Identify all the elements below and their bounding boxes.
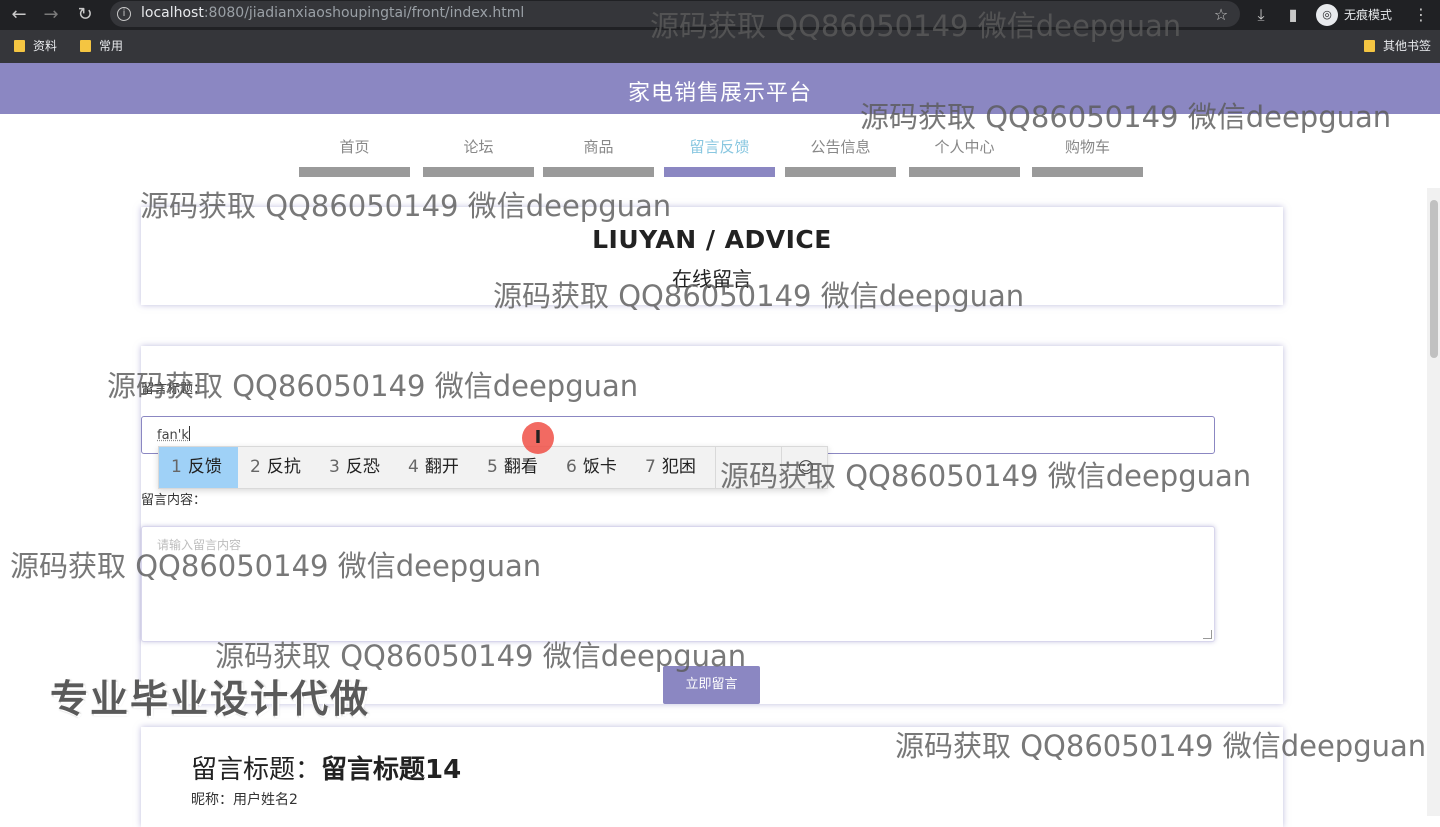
ime-candidate[interactable]: 3 反恐 (317, 447, 396, 488)
candidate-number: 7 (645, 457, 656, 477)
candidate-number: 5 (487, 457, 498, 477)
bookmark-star-icon[interactable]: ☆ (1210, 4, 1232, 26)
ime-candidate-window: 1 反馈 2 反抗 3 反恐 4 翻开 5 翻看 6 饭卡 7 犯困 › ☺ (158, 446, 828, 489)
message-nickname: 昵称：用户姓名2 (191, 792, 298, 808)
ime-separator (781, 447, 782, 488)
nav-cart[interactable]: 购物车 (1032, 136, 1143, 177)
nav-underline (909, 167, 1020, 177)
title-label: 留言标题： (141, 382, 207, 397)
candidate-text: 反抗 (266, 457, 301, 477)
candidate-text: 翻开 (424, 457, 459, 477)
candidate-number: 2 (250, 457, 261, 477)
ime-candidate[interactable]: 6 饭卡 (554, 447, 633, 488)
next-page-icon[interactable]: › (751, 447, 781, 488)
nav-forum[interactable]: 论坛 (423, 136, 534, 177)
message-title-value: 留言标题14 (321, 755, 462, 785)
message-title: 留言标题：留言标题14 (191, 749, 461, 786)
ime-candidate[interactable]: 7 犯困 (633, 447, 715, 488)
candidate-number: 1 (171, 457, 182, 477)
bookmark-folder-ziliao[interactable]: 资料 (14, 38, 57, 54)
resize-handle-icon[interactable] (1203, 630, 1212, 639)
ime-candidate[interactable]: 4 翻开 (396, 447, 475, 488)
mouse-cursor-icon: I (522, 422, 554, 454)
browser-menu-icon[interactable]: ⋮ (1410, 4, 1432, 26)
url-host: localhost (141, 5, 204, 21)
candidate-text: 翻看 (503, 457, 538, 477)
candidate-number: 4 (408, 457, 419, 477)
nav-label: 商品 (583, 138, 614, 156)
text-caret (188, 426, 190, 441)
content-label: 留言内容： (141, 493, 207, 508)
url-path: :8080/jiadianxiaoshoupingtai/front/index… (203, 5, 525, 21)
nav-products[interactable]: 商品 (543, 136, 654, 177)
nav-announcements[interactable]: 公告信息 (785, 136, 896, 177)
nav-feedback[interactable]: 留言反馈 (664, 136, 775, 177)
content-textarea[interactable]: 请输入留言内容 (141, 526, 1215, 642)
promo-watermark: 专业毕业设计代做 (50, 677, 371, 721)
ime-candidate[interactable]: 1 反馈 (159, 447, 238, 488)
nav-underline (785, 167, 896, 177)
nav-label: 首页 (339, 138, 370, 156)
nav-underline (543, 167, 654, 177)
submit-button[interactable]: 立即留言 (663, 666, 760, 704)
bookmark-label: 其他书签 (1383, 39, 1432, 53)
candidate-text: 饭卡 (582, 457, 617, 477)
forward-icon[interactable]: → (40, 4, 62, 26)
nav-underline (299, 167, 410, 177)
candidate-number: 6 (566, 457, 577, 477)
incognito-label[interactable]: 无痕模式 (1344, 6, 1392, 23)
section-title-panel: LIUYAN / ADVICE 在线留言 (141, 207, 1283, 305)
scrollbar-thumb[interactable] (1430, 200, 1438, 358)
nav-label: 公告信息 (810, 138, 871, 156)
title-input-value: fan'k (157, 428, 189, 443)
bookmarks-bar: 资料 常用 其他书签 (0, 30, 1440, 63)
incognito-icon[interactable]: ◎ (1316, 4, 1338, 26)
folder-icon (14, 40, 25, 52)
section-heading: LIUYAN / ADVICE (592, 225, 832, 254)
sidebar-icon[interactable]: ▮ (1282, 4, 1304, 26)
nav-underline (1032, 167, 1143, 177)
bookmark-label: 资料 (33, 39, 58, 53)
nav-label: 留言反馈 (689, 138, 750, 156)
site-header: 家电销售展示平台 (0, 63, 1440, 114)
bookmark-folder-changyong[interactable]: 常用 (80, 38, 123, 54)
emoji-icon[interactable]: ☺ (791, 447, 821, 488)
feedback-form: 留言标题： fan'k 留言内容： 请输入留言内容 立即留言 (141, 346, 1283, 704)
site-info-icon[interactable]: i (117, 7, 131, 21)
message-item[interactable]: 留言标题：留言标题14 昵称：用户姓名2 (141, 727, 1283, 827)
section-subheading: 在线留言 (672, 267, 752, 291)
other-bookmarks[interactable]: 其他书签 (1364, 38, 1431, 54)
ime-separator (715, 447, 716, 488)
nav-user-center[interactable]: 个人中心 (909, 136, 1020, 177)
nav-underline (423, 167, 534, 177)
candidate-text: 犯困 (661, 457, 696, 477)
ime-candidate[interactable]: 2 反抗 (238, 447, 317, 488)
browser-toolbar: ← → ↻ i localhost:8080/jiadianxiaoshoupi… (0, 0, 1440, 30)
candidate-text: 反馈 (187, 457, 222, 477)
reload-icon[interactable]: ↻ (74, 4, 96, 26)
content-placeholder: 请输入留言内容 (157, 538, 242, 552)
back-icon[interactable]: ← (8, 4, 30, 26)
nav-label: 个人中心 (934, 138, 995, 156)
download-icon[interactable]: ⤓ (1250, 4, 1272, 26)
nav-underline (664, 167, 775, 177)
nav-label: 购物车 (1064, 138, 1110, 156)
site-title: 家电销售展示平台 (627, 81, 812, 106)
candidate-text: 反恐 (345, 457, 380, 477)
address-bar[interactable]: i localhost:8080/jiadianxiaoshoupingtai/… (110, 1, 1240, 27)
nav-label: 论坛 (463, 138, 494, 156)
folder-icon (1364, 40, 1375, 52)
message-title-prefix: 留言标题： (191, 755, 322, 785)
bookmark-label: 常用 (99, 39, 124, 53)
folder-icon (80, 40, 91, 52)
nav-home[interactable]: 首页 (299, 136, 410, 177)
candidate-number: 3 (329, 457, 340, 477)
url-text[interactable]: localhost:8080/jiadianxiaoshoupingtai/fr… (141, 5, 524, 21)
